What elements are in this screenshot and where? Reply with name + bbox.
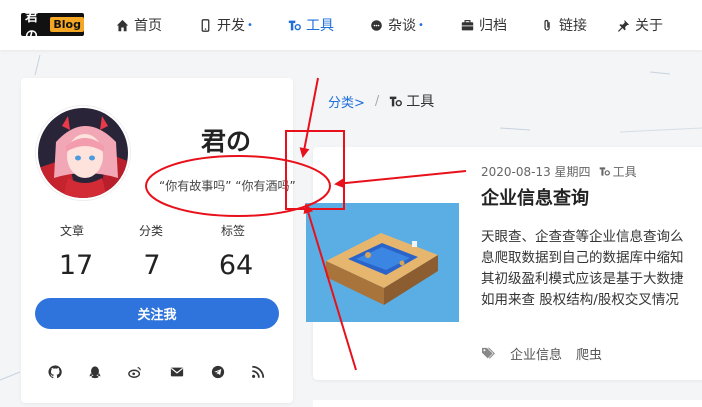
tools-icon (288, 20, 301, 30)
chat-icon (371, 19, 382, 31)
breadcrumb-current: 工具 (389, 91, 434, 111)
article-thumbnail[interactable] (306, 203, 459, 322)
excerpt-line: 其初级盈利模式应该是基于大数捷 (481, 271, 684, 287)
article-title[interactable]: 企业信息查询 (481, 184, 589, 210)
article-category-label: 工具 (612, 165, 637, 179)
excerpt-line: 息爬取数据到自己的数据库中缩知 (481, 250, 684, 266)
breadcrumb-separator: / (374, 93, 380, 109)
nav-item-dev[interactable]: 开发 • (199, 15, 253, 35)
telegram-icon[interactable] (210, 364, 226, 380)
thumbnail-image (306, 203, 459, 322)
nav-item-links[interactable]: 链接 (541, 15, 587, 35)
article-excerpt: 天眼查、企查查等企业信息查询么 息爬取数据到自己的数据库中缩知 其初级盈利模式应… (481, 227, 702, 313)
mail-icon[interactable] (169, 364, 185, 380)
stat-value-tags[interactable]: 64 (206, 250, 266, 281)
tag-link[interactable]: 爬虫 (576, 344, 602, 363)
nav-label: 关于 (635, 18, 663, 34)
logo-blog-badge: Blog (50, 17, 84, 32)
stat-value-posts[interactable]: 17 (46, 250, 106, 281)
top-navbar: 君の Blog 首页 开发 • 工具 杂谈 • 归档 链接 关于 (0, 0, 702, 50)
follow-button[interactable]: 关注我 (35, 298, 279, 329)
logo-text: 君の (25, 9, 39, 44)
qq-icon[interactable] (87, 364, 103, 380)
nav-label: 开发 (217, 18, 245, 34)
nav-item-tools[interactable]: 工具 (288, 15, 334, 35)
nav-item-archive[interactable]: 归档 (461, 15, 507, 35)
nav-submenu-dot: • (247, 19, 253, 31)
article-card: 2020-08-13 星期四 工具 企业信息查询 天眼查、企查查等企业信息查询么… (306, 147, 702, 380)
home-icon (116, 19, 129, 31)
nav-item-about[interactable]: 关于 (617, 15, 663, 35)
next-card-edge (313, 400, 702, 407)
breadcrumb: 分类> / 工具 (308, 78, 702, 124)
stat-label-categories: 分类 (138, 224, 163, 238)
article-tags: 企业信息 爬虫 (481, 344, 602, 363)
nav-item-chat[interactable]: 杂谈 • (370, 15, 424, 35)
breadcrumb-category-link[interactable]: 分类> (328, 92, 365, 111)
avatar-image (38, 108, 128, 198)
article-date: 2020-08-13 星期四 (481, 165, 591, 179)
article-meta: 2020-08-13 星期四 工具 (481, 163, 637, 180)
profile-card: 君の “你有故事吗” “你有酒吗” 文章 分类 标签 17 7 64 关注我 (21, 78, 296, 403)
avatar[interactable] (36, 106, 130, 200)
stat-value-categories[interactable]: 7 (122, 250, 182, 281)
site-logo[interactable]: 君の Blog (21, 10, 84, 44)
nav-label: 链接 (559, 18, 587, 34)
excerpt-line: 如用来查 股权结构/股权交叉情况 (481, 292, 679, 308)
github-icon[interactable] (47, 364, 63, 380)
weibo-icon[interactable] (127, 364, 143, 380)
pin-icon (618, 19, 630, 32)
rss-icon[interactable] (250, 364, 266, 380)
mobile-icon (201, 18, 210, 32)
nav-label: 首页 (134, 18, 162, 34)
nav-label: 杂谈 (388, 18, 416, 34)
article-category[interactable]: 工具 (599, 163, 637, 180)
stat-label-posts: 文章 (59, 224, 84, 238)
archive-icon (461, 19, 474, 30)
profile-name: 君の (201, 127, 252, 156)
tools-icon (390, 96, 403, 106)
breadcrumb-current-label: 工具 (406, 94, 435, 110)
paperclip-icon (544, 19, 550, 31)
tools-icon (599, 167, 610, 176)
tag-link[interactable]: 企业信息 (510, 344, 562, 363)
nav-label: 工具 (306, 18, 334, 34)
nav-item-home[interactable]: 首页 (116, 15, 162, 35)
profile-motto: “你有故事吗” “你有酒吗” (159, 179, 296, 193)
nav-submenu-dot: • (418, 19, 424, 31)
nav-label: 归档 (479, 18, 507, 34)
tag-icon (482, 347, 495, 359)
excerpt-line: 天眼查、企查查等企业信息查询么 (481, 229, 684, 245)
stat-label-tags: 标签 (220, 224, 245, 238)
